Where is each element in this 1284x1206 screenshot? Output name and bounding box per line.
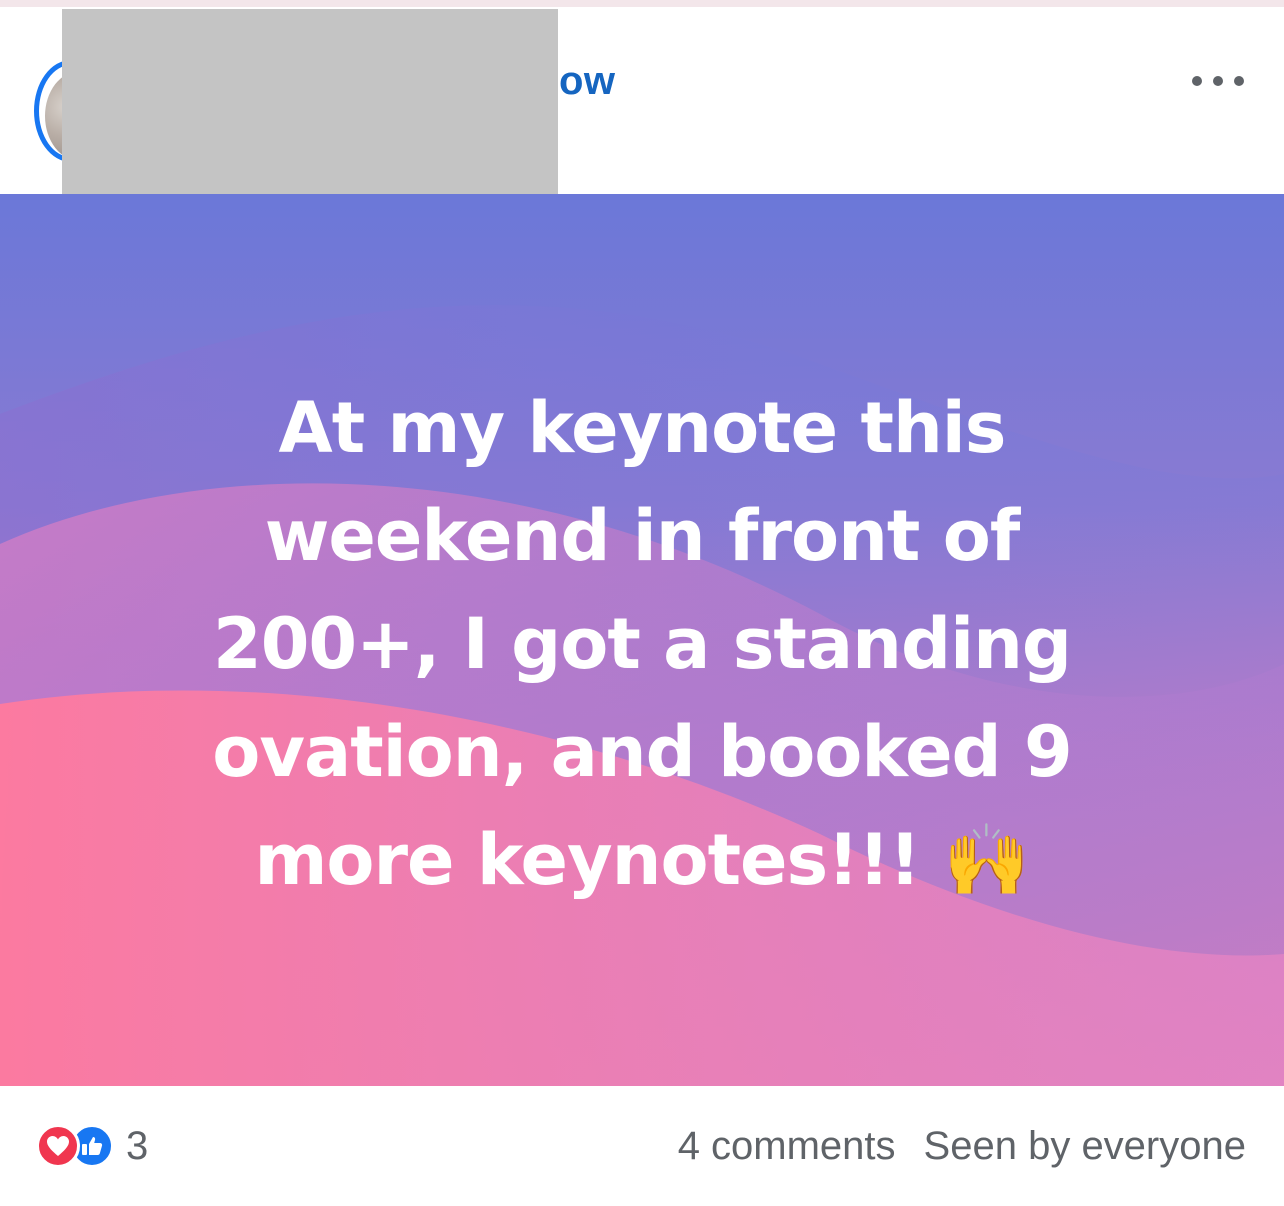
post-text: At my keynote this weekend in front of 2… [100, 374, 1184, 914]
redacted-author-block [62, 9, 558, 196]
post-text-line: more keynotes!!! 🙌 [254, 819, 1030, 901]
post-text-line: ovation, and booked 9 [212, 711, 1072, 793]
top-divider [0, 0, 1284, 7]
post-text-line: At my keynote this [278, 387, 1007, 469]
post-text-line: weekend in front of [264, 495, 1021, 577]
post-header: ow [0, 7, 1284, 196]
post-text-line: 200+, I got a standing [212, 603, 1072, 685]
heart-icon [36, 1124, 80, 1168]
reaction-count: 3 [126, 1123, 149, 1168]
more-options-button[interactable] [1192, 69, 1244, 93]
post-stats: 4 comments Seen by everyone [678, 1122, 1246, 1170]
more-dot-icon [1192, 76, 1202, 86]
facebook-post: ow At my keynote this weekend in front o… [0, 0, 1284, 1206]
reactions-summary[interactable]: 3 [36, 1122, 148, 1170]
post-content[interactable]: At my keynote this weekend in front of 2… [0, 194, 1284, 1086]
post-footer: 3 4 comments Seen by everyone [0, 1086, 1284, 1206]
author-name[interactable]: ow [559, 59, 616, 104]
audience-label: Seen by everyone [923, 1123, 1246, 1168]
more-dot-icon [1213, 76, 1223, 86]
comments-count-link[interactable]: 4 comments [678, 1124, 896, 1169]
more-dot-icon [1234, 76, 1244, 86]
